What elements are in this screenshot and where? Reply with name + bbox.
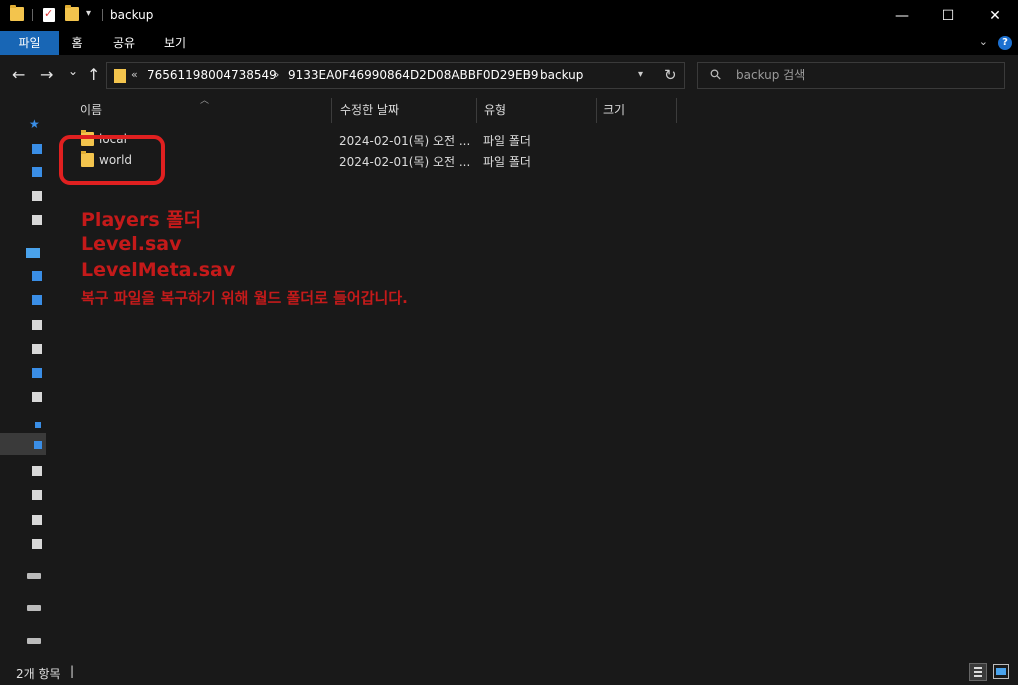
column-header-type[interactable]: 유형 [484,101,506,118]
column-header-name[interactable]: 이름 [80,101,102,118]
status-divider: | [70,664,75,678]
file-date: 2024-02-01(목) 오전 ... [339,155,471,169]
item-count: 2개 항목 [16,667,61,681]
breadcrumb-steam-id[interactable]: 76561198004738549 [147,68,277,82]
annotation-line: 복구 파일을 복구하기 위해 월드 폴더로 들어갑니다. [81,289,408,307]
details-view-icon[interactable] [969,663,987,681]
file-type: 파일 폴더 [483,155,531,169]
refresh-button[interactable]: ↻ [664,66,677,84]
tab-share[interactable]: 공유 [108,31,140,55]
world-folder-highlight [59,135,165,185]
close-button[interactable]: ✕ [972,0,1018,31]
network-drive-icon[interactable] [27,605,41,611]
pictures-icon[interactable] [32,215,42,225]
chevron-down-icon[interactable]: ▾ [86,8,91,19]
back-button[interactable]: ← [12,65,25,85]
drive-icon[interactable] [32,539,42,549]
window-title: backup [110,8,154,22]
expand-ribbon-icon[interactable]: ⌄ [979,35,988,48]
3d-objects-icon[interactable] [32,271,42,281]
breadcrumb-world-id[interactable]: 9133EA0F46990864D2D08ABBF0D29EB9 [288,68,539,82]
documents-icon[interactable] [32,344,42,354]
tab-home[interactable]: 홈 [63,31,91,55]
videos-icon[interactable] [32,320,42,330]
divider [32,9,33,21]
navigation-bar: ← → ⌄ ↑ « 76561198004738549 › 9133EA0F46… [0,55,1018,95]
search-icon: ⚲ [706,65,726,85]
divider [102,9,103,21]
status-bar: 2개 항목 | [0,660,1018,685]
properties-icon[interactable] [43,7,55,22]
tab-view[interactable]: 보기 [159,31,191,55]
address-bar[interactable]: « 76561198004738549 › 9133EA0F46990864D2… [106,62,685,89]
title-bar: ▾ backup — ☐ ✕ [0,0,1018,31]
network-drive-icon[interactable] [27,573,41,579]
drive-icon[interactable] [32,490,42,500]
network-drive-icon[interactable] [27,638,41,644]
navigation-pane: ★ [0,95,46,660]
search-input[interactable] [736,68,986,82]
breadcrumb-separator[interactable]: › [275,68,279,81]
breadcrumb-separator[interactable]: › [527,68,531,81]
forward-button[interactable]: → [40,65,53,85]
drive-icon[interactable] [32,466,42,476]
search-box[interactable]: ⚲ [697,62,1005,89]
annotation-line: Players 폴더 [81,209,202,231]
file-date: 2024-02-01(목) 오전 ... [339,134,471,148]
folder-icon [114,69,126,83]
annotation-line: LevelMeta.sav [81,259,236,281]
file-type: 파일 폴더 [483,134,531,148]
desktop-icon[interactable] [32,144,42,154]
column-divider[interactable] [676,98,677,123]
folder-icon [10,5,24,21]
sort-ascending-icon: ︿ [200,96,210,106]
breadcrumb-backup[interactable]: backup [540,68,583,82]
recent-locations-button[interactable]: ⌄ [68,61,78,81]
file-list: 이름 ︿ 수정한 날짜 유형 크기 local 2024-02-01(목) 오전… [60,95,1018,660]
music-icon[interactable] [35,422,41,428]
maximize-button[interactable]: ☐ [925,0,971,31]
drive-icon[interactable] [32,515,42,525]
quick-access-star-icon[interactable]: ★ [29,117,40,131]
chevron-down-icon[interactable]: ▾ [638,69,643,80]
column-header-size[interactable]: 크기 [603,101,625,118]
help-icon[interactable]: ? [998,36,1012,50]
videos-icon[interactable] [34,441,42,449]
column-divider[interactable] [476,98,477,123]
column-divider[interactable] [596,98,597,123]
up-button[interactable]: ↑ [87,65,100,85]
column-divider[interactable] [331,98,332,123]
navigation-pane-scrollbar[interactable] [46,95,60,660]
breadcrumb-overflow[interactable]: « [131,68,138,81]
pictures-icon[interactable] [32,392,42,402]
downloads-icon[interactable] [32,167,42,177]
ribbon-tabs: 파일 홈 공유 보기 ⌄ ? [0,31,1018,55]
minimize-button[interactable]: — [879,0,925,31]
large-icons-view-icon[interactable] [993,664,1009,679]
column-header-date[interactable]: 수정한 날짜 [340,101,399,118]
this-pc-icon[interactable] [26,248,40,258]
table-row[interactable]: world 2024-02-01(목) 오전 ... 파일 폴더 [60,150,1018,171]
tab-file[interactable]: 파일 [0,31,59,55]
downloads-icon[interactable] [32,295,42,305]
new-folder-icon[interactable] [65,5,79,21]
desktop-icon[interactable] [32,368,42,378]
table-row[interactable]: local 2024-02-01(목) 오전 ... 파일 폴더 [60,129,1018,150]
documents-icon[interactable] [32,191,42,201]
annotation-line: Level.sav [81,233,182,255]
